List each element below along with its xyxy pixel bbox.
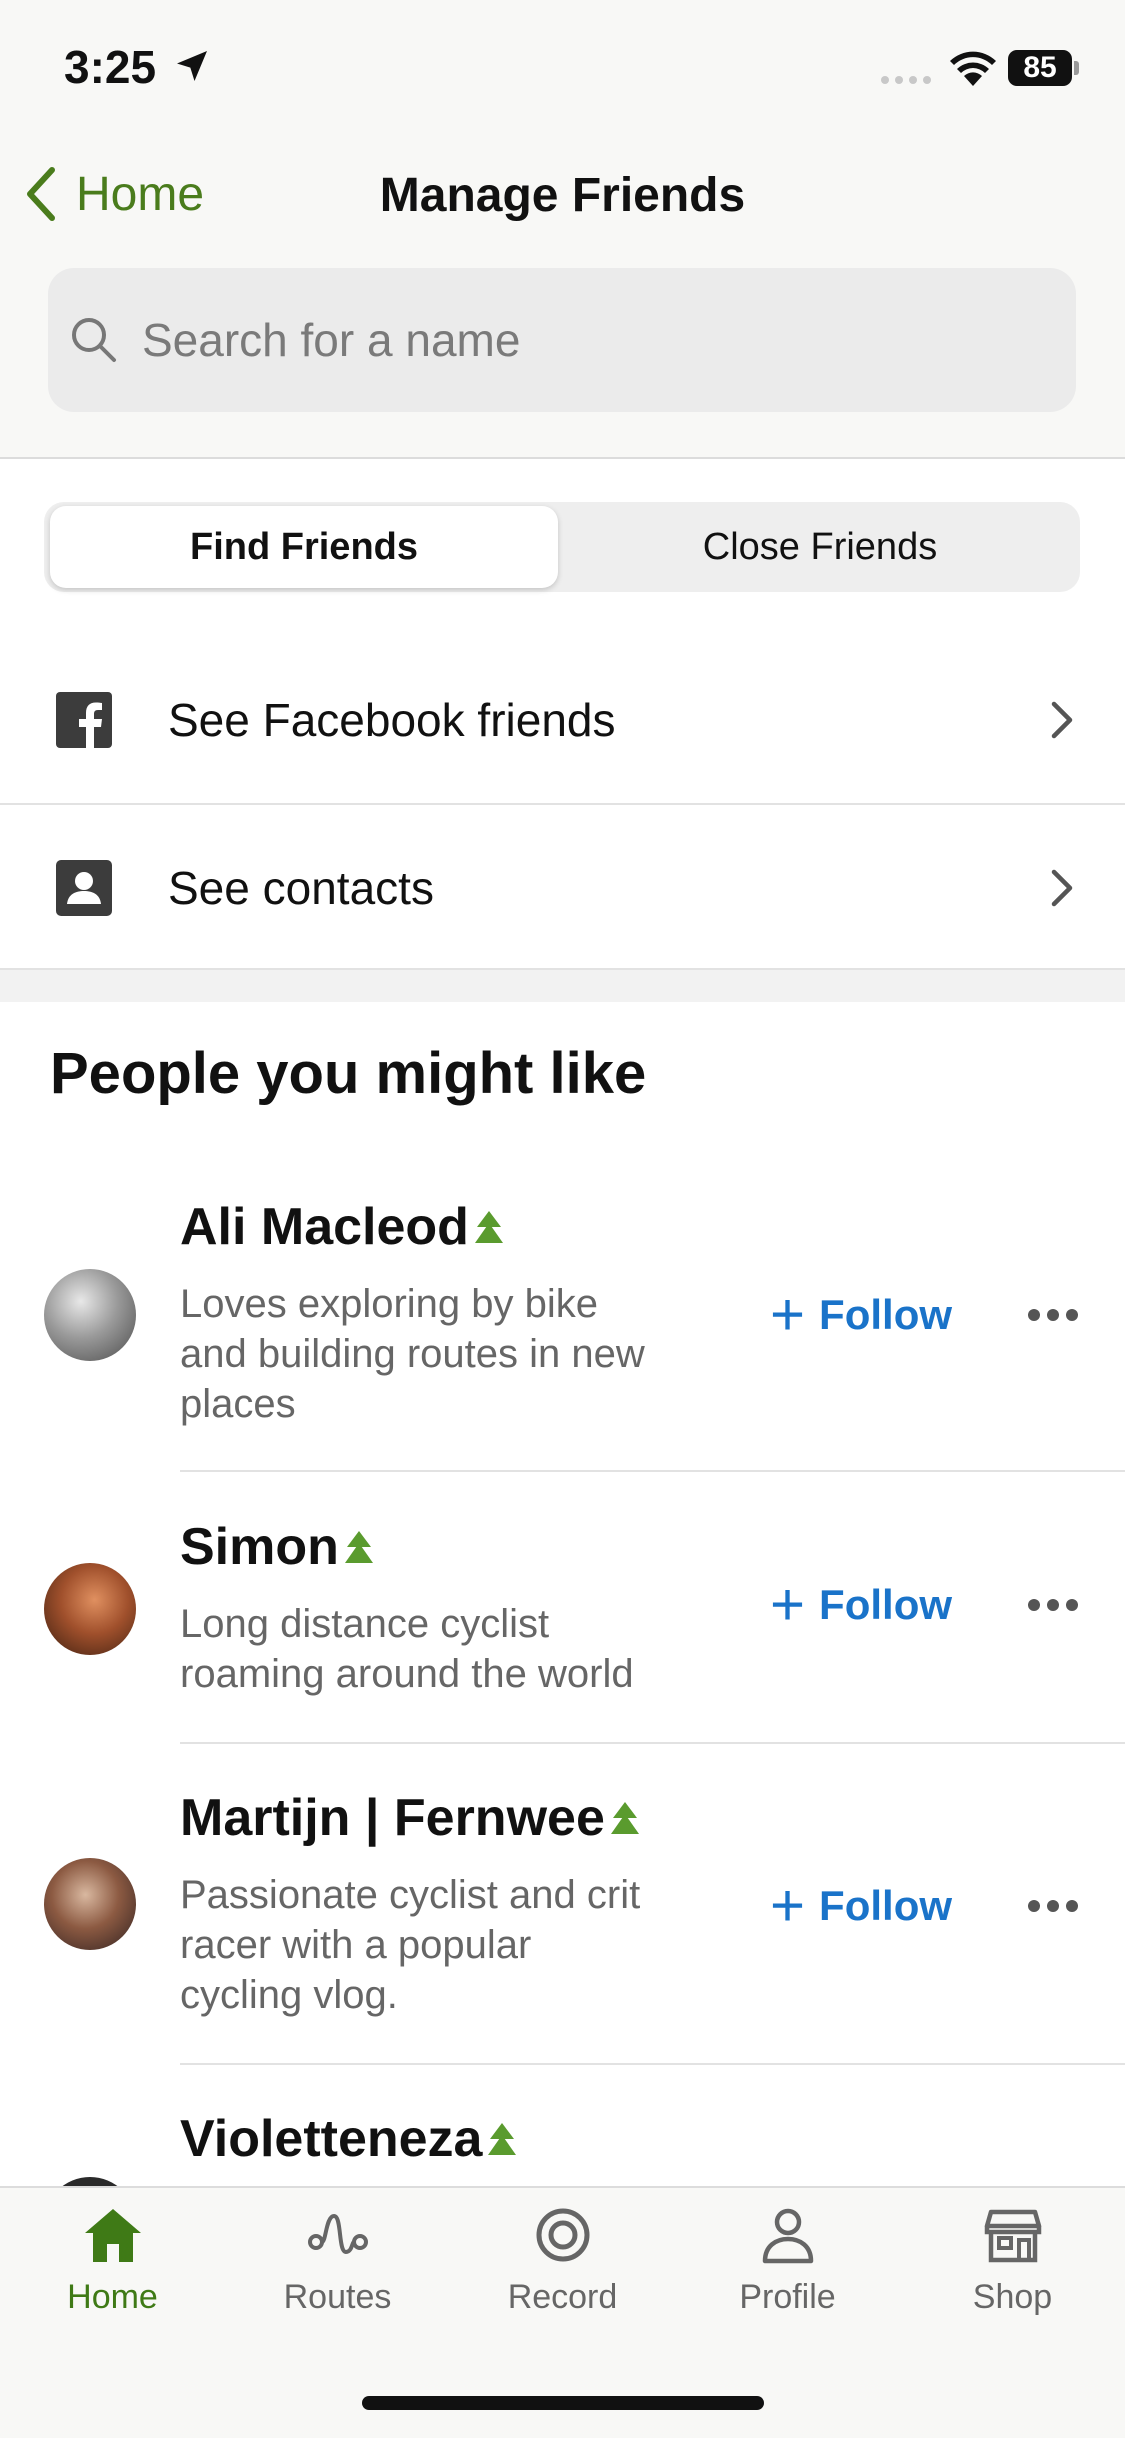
divider [180, 1470, 1125, 1472]
divider [180, 2063, 1125, 2065]
routes-icon [307, 2213, 368, 2255]
follow-label: Follow [819, 1581, 953, 1628]
facebook-friends-row[interactable]: See Facebook friends [0, 637, 1125, 803]
contacts-row[interactable]: See contacts [0, 805, 1125, 971]
profile-icon [762, 2208, 813, 2264]
avatar [44, 1563, 136, 1655]
more-options-button[interactable] [1028, 1900, 1078, 1912]
person-name-text: Martijn | Fernwee [180, 1789, 605, 1847]
section-spacer [0, 970, 1125, 1002]
tab-label: Profile [739, 2278, 836, 2316]
shop-icon [984, 2209, 1041, 2263]
section-title-people: People you might like [50, 1041, 647, 1106]
person-row[interactable]: Ali Macleod Loves exploring by bike and … [0, 1185, 1125, 1475]
tab-home[interactable]: Home [0, 2206, 225, 2317]
avatar [44, 1858, 136, 1950]
follow-label: Follow [819, 1291, 953, 1338]
person-description: Passionate cyclist and crit racer with a… [180, 1870, 710, 2020]
person-desc-line: Loves exploring by bike [180, 1282, 599, 1326]
person-row[interactable]: Martijn | Fernwee Passionate cyclist and… [0, 1776, 1125, 2066]
person-description: Long distance cyclist roaming around the… [180, 1599, 710, 1699]
person-row[interactable]: Violetteneza [0, 2097, 1125, 2187]
person-name-text: Ali Macleod [180, 1198, 469, 1256]
page-title: Manage Friends [379, 169, 746, 222]
record-icon [536, 2208, 589, 2262]
pine-tree-icon [344, 1531, 373, 1563]
search-icon [72, 318, 116, 362]
chevron-right-icon [1051, 701, 1073, 739]
follow-button[interactable]: + Follow [770, 1571, 953, 1638]
person-desc-line: places [180, 1382, 296, 1426]
contact-card-icon [56, 860, 112, 916]
person-desc-line: racer with a popular [180, 1923, 532, 1967]
person-description: Loves exploring by bike and building rou… [180, 1279, 710, 1429]
home-indicator [362, 2396, 764, 2410]
person-row[interactable]: Simon Long distance cyclist roaming arou… [0, 1505, 1125, 1745]
tab-profile[interactable]: Profile [675, 2206, 900, 2317]
home-icon [84, 2209, 141, 2262]
tab-shop[interactable]: Shop [900, 2206, 1125, 2317]
tab-find-friends[interactable]: Find Friends [50, 506, 558, 588]
pine-tree-icon [488, 2123, 517, 2155]
tab-record[interactable]: Record [450, 2206, 675, 2317]
plus-icon: + [770, 1571, 806, 1638]
pine-tree-icon [610, 1802, 639, 1834]
more-options-button[interactable] [1028, 1309, 1078, 1321]
search-input[interactable] [140, 312, 1024, 368]
chevron-right-icon [1051, 869, 1073, 907]
plus-icon: + [770, 1281, 806, 1348]
tab-label: Home [67, 2278, 158, 2316]
battery-indicator: 85 [1008, 50, 1072, 86]
friends-segmented-control: Find Friends Close Friends [44, 502, 1080, 592]
wifi-icon [950, 51, 996, 86]
search-bar[interactable] [48, 268, 1076, 412]
facebook-friends-label: See Facebook friends [168, 694, 616, 746]
navigation-header: Home Manage Friends [0, 140, 1125, 459]
tab-close-friends[interactable]: Close Friends [566, 506, 1074, 588]
person-desc-line: Long distance cyclist [180, 1602, 550, 1646]
person-desc-line: Passionate cyclist and crit [180, 1873, 641, 1917]
avatar [44, 1269, 136, 1361]
more-options-button[interactable] [1028, 1599, 1078, 1611]
divider [180, 1742, 1125, 1744]
person-name: Violetteneza [180, 2109, 518, 2169]
person-name: Ali Macleod [180, 1197, 505, 1257]
contacts-label: See contacts [168, 862, 434, 914]
person-name-text: Violetteneza [180, 2110, 483, 2168]
tab-label: Routes [283, 2278, 392, 2316]
person-name: Martijn | Fernwee [180, 1788, 641, 1848]
person-desc-line: and building routes in new [180, 1332, 645, 1376]
tab-label: Shop [972, 2278, 1053, 2316]
person-name: Simon [180, 1517, 375, 1577]
pine-tree-icon [474, 1211, 503, 1243]
follow-button[interactable]: + Follow [770, 1281, 953, 1348]
facebook-icon [56, 692, 112, 748]
tab-label: Record [507, 2278, 618, 2316]
follow-button[interactable]: + Follow [770, 1872, 953, 1939]
tab-routes[interactable]: Routes [225, 2206, 450, 2317]
person-desc-line: roaming around the world [180, 1652, 634, 1696]
person-name-text: Simon [180, 1518, 339, 1576]
plus-icon: + [770, 1872, 806, 1939]
person-desc-line: cycling vlog. [180, 1973, 398, 2017]
status-bar: 3:25 85 [0, 0, 1125, 140]
battery-tip [1074, 61, 1079, 75]
status-time: 3:25 [64, 41, 157, 93]
location-arrow-icon [177, 51, 207, 81]
follow-label: Follow [819, 1882, 953, 1929]
cellular-signal-icon [881, 76, 931, 84]
